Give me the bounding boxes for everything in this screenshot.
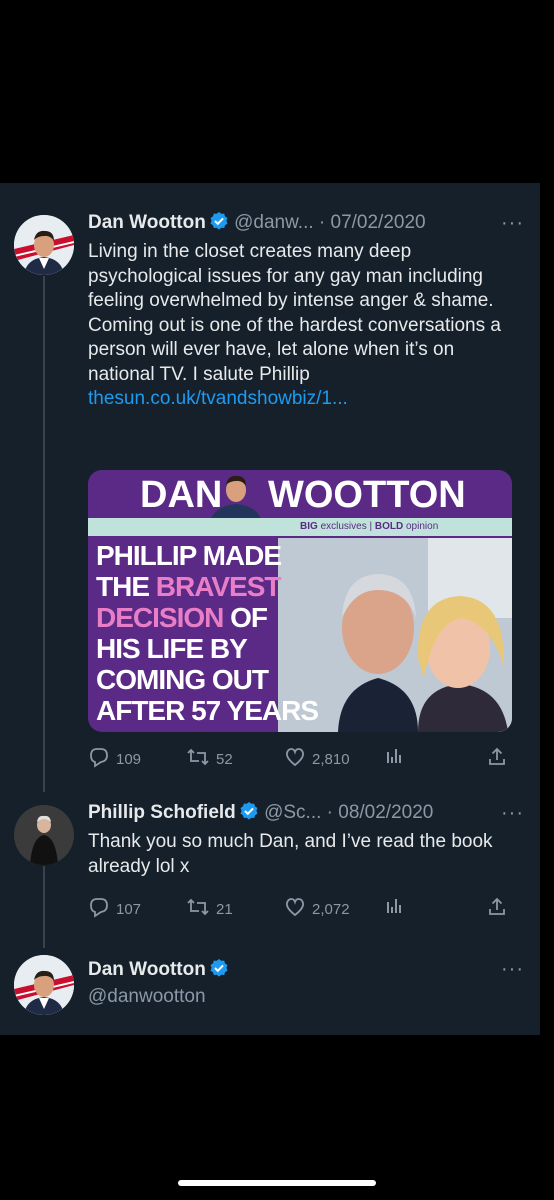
tweet-header: Phillip Schofield @Sc... · 08/02/2020	[88, 801, 433, 827]
like-icon	[284, 896, 306, 922]
tweet-header: Dan Wootton	[88, 958, 229, 984]
tweet-date[interactable]: · 08/02/2020	[327, 802, 434, 823]
author-name[interactable]: Dan Wootton	[88, 212, 206, 233]
author-name[interactable]: Dan Wootton	[88, 959, 206, 980]
share-icon	[486, 896, 508, 922]
headline-line: PHILLIP MADE	[96, 540, 282, 571]
tweet-media-image[interactable]: DAN WOOTTON BIG exclusives | BOLD opinio…	[88, 470, 512, 732]
reply-icon	[88, 746, 110, 772]
reply-button[interactable]: 107	[88, 896, 141, 922]
headline: PHILLIP MADE THE BRAVEST DECISION OF HIS…	[96, 540, 319, 726]
share-button[interactable]	[486, 896, 508, 922]
tweet-text: Living in the closet creates many deep p…	[88, 240, 508, 412]
like-button[interactable]: 2,072	[284, 896, 350, 922]
author-name[interactable]: Phillip Schofield	[88, 802, 236, 823]
tweet-date[interactable]: · 07/02/2020	[319, 212, 426, 233]
author-handle[interactable]: @danw...	[234, 212, 314, 233]
headline-line: HIS LIFE BY	[96, 633, 248, 664]
retweet-icon	[186, 896, 210, 922]
avatar[interactable]	[14, 215, 74, 275]
retweet-button[interactable]: 52	[186, 746, 233, 772]
avatar[interactable]	[14, 805, 74, 865]
tag-big: BIG	[300, 521, 318, 532]
headline-line: COMING OUT	[96, 664, 269, 695]
views-button[interactable]	[384, 746, 404, 770]
verified-badge-icon	[239, 801, 259, 827]
author-handle[interactable]: @danwootton	[88, 986, 206, 1008]
views-icon	[384, 746, 404, 770]
tweet-link[interactable]: thesun.co.uk/tvandshowbiz/1...	[88, 388, 348, 409]
headline-line: THE BRAVEST	[96, 571, 281, 602]
reply-count: 107	[116, 900, 142, 918]
masthead-right: WOOTTON	[268, 474, 466, 516]
tag-sep: |	[369, 521, 373, 532]
retweet-count: 52	[216, 750, 233, 768]
tweet-actions: 107 21 2,072	[88, 896, 512, 920]
tag-bold: BOLD	[374, 521, 404, 532]
more-icon[interactable]: ···	[501, 958, 524, 981]
reply-icon	[88, 896, 110, 922]
thread-line	[43, 866, 45, 948]
reply-count: 109	[116, 750, 142, 768]
like-count: 2,072	[312, 900, 350, 918]
more-icon[interactable]: ···	[501, 212, 524, 235]
headline-line: AFTER 57 YEARS	[96, 695, 319, 726]
tweet-actions: 109 52 2,810	[88, 746, 512, 770]
share-icon	[486, 746, 508, 772]
retweet-icon	[186, 746, 210, 772]
views-button[interactable]	[384, 896, 404, 920]
like-button[interactable]: 2,810	[284, 746, 350, 772]
share-button[interactable]	[486, 746, 508, 772]
tag-opinion: opinion	[406, 521, 439, 532]
headline-line: DECISION OF	[96, 602, 268, 633]
tagline-bar: BIG exclusives | BOLD opinion	[88, 518, 512, 536]
views-icon	[384, 896, 404, 920]
tweet-text-content: Living in the closet creates many deep p…	[88, 241, 501, 385]
masthead: DAN WOOTTON	[88, 470, 512, 522]
more-icon[interactable]: ···	[501, 802, 524, 825]
author-handle[interactable]: @Sc...	[264, 802, 321, 823]
verified-badge-icon	[209, 958, 229, 984]
like-icon	[284, 746, 306, 772]
reply-button[interactable]: 109	[88, 746, 141, 772]
columnist-photo	[206, 470, 266, 522]
retweet-count: 21	[216, 900, 233, 918]
tweet-text: Thank you so much Dan, and I’ve read the…	[88, 831, 493, 877]
avatar[interactable]	[14, 955, 74, 1015]
like-count: 2,810	[312, 750, 350, 768]
retweet-button[interactable]: 21	[186, 896, 233, 922]
home-indicator[interactable]	[178, 1180, 376, 1186]
tweet-header: Dan Wootton @danw... · 07/02/2020	[88, 211, 426, 237]
verified-badge-icon	[209, 211, 229, 237]
tag-exclusives: exclusives	[320, 521, 367, 532]
thread-line	[43, 276, 45, 792]
